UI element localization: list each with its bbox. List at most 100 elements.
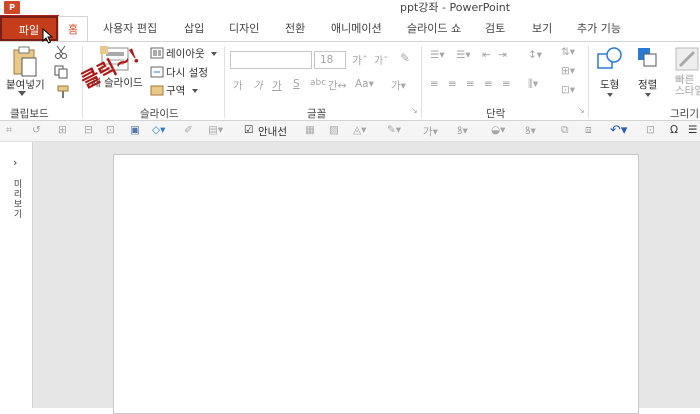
font-color-icon[interactable]: 가▾ <box>391 78 406 93</box>
tab-custom[interactable]: 사용자 편집 <box>103 16 157 41</box>
justify-icon[interactable]: ≡ <box>484 78 493 90</box>
numbering-icon[interactable]: ☰▾ <box>456 49 471 61</box>
strikethrough-icon[interactable]: abc <box>310 78 326 88</box>
chevron-down-icon[interactable] <box>211 52 217 56</box>
text-direction-icon[interactable]: ⇅▾ <box>561 46 575 58</box>
group-label-slides: 슬라이드 <box>140 108 179 120</box>
shapes-button[interactable]: 도형 <box>600 77 619 92</box>
dialog-launcher-icon[interactable]: ↘ <box>578 106 585 115</box>
reset-icon[interactable] <box>150 66 164 78</box>
title-bar: P ppt강좌 - PowerPoint <box>0 0 700 16</box>
textbox-icon[interactable]: ▤▾ <box>208 124 223 136</box>
reset-button[interactable]: 다시 설정 <box>166 65 208 80</box>
slide-editing-area <box>33 142 700 414</box>
shrink-font-icon[interactable]: 가ˇ <box>374 52 388 67</box>
group-label-font: 글꼴 <box>307 108 327 120</box>
format-painter-icon[interactable] <box>56 85 70 99</box>
shapes-menu-icon[interactable]: ◇▾ <box>152 124 165 136</box>
ungroup-icon[interactable]: ⧈ <box>585 124 592 137</box>
section-icon[interactable] <box>150 84 164 96</box>
layout-icon[interactable] <box>150 47 164 59</box>
tab-view[interactable]: 보기 <box>532 16 552 41</box>
section-button[interactable]: 구역 <box>166 83 185 98</box>
align-center-icon[interactable]: ≡ <box>448 78 457 90</box>
image-icon[interactable]: ⊡ <box>106 124 115 136</box>
slide-layout-icon[interactable]: ▦ <box>305 124 315 136</box>
tab-transitions[interactable]: 전환 <box>285 16 305 41</box>
group-label-drawing: 그리기 <box>670 108 699 120</box>
outline-icon[interactable]: ✎▾ <box>387 124 401 136</box>
text-color-icon[interactable]: 가▾ <box>423 124 438 139</box>
slide-canvas[interactable] <box>113 154 639 414</box>
quick-styles-button[interactable]: 빠른 스타일 <box>675 75 700 97</box>
more-icon[interactable]: ☰ <box>688 124 697 136</box>
grid-icon[interactable]: ⊟ <box>84 124 93 136</box>
bold-icon[interactable]: 가 <box>233 78 243 93</box>
effect-icon[interactable]: ꝸ▾ <box>525 124 536 138</box>
group-divider <box>224 46 225 118</box>
distribute-icon[interactable]: ≡ <box>502 78 511 90</box>
dialog-launcher-icon[interactable]: ↘ <box>411 106 418 115</box>
tab-animations[interactable]: 애니메이션 <box>331 16 382 41</box>
powerpoint-app-icon[interactable]: P <box>4 1 20 14</box>
increase-indent-icon[interactable]: ⇥ <box>498 49 507 61</box>
underline-icon[interactable]: 가 <box>272 78 282 93</box>
shadow-icon[interactable]: S <box>293 78 300 90</box>
columns-icon[interactable]: ⫼▾ <box>528 78 538 91</box>
arrange-icon[interactable] <box>636 46 660 72</box>
cut-icon[interactable] <box>54 45 68 59</box>
redo-icon[interactable]: ↺ <box>32 124 41 136</box>
tab-review[interactable]: 검토 <box>485 16 505 41</box>
layout-button[interactable]: 레이아웃 <box>166 46 205 61</box>
align-right-icon[interactable]: ≡ <box>466 78 475 90</box>
guides-checkbox[interactable]: ☑ <box>244 124 253 136</box>
workspace: › 미리 보기 <box>0 142 700 414</box>
fill-icon[interactable]: ◬▾ <box>353 124 366 136</box>
italic-icon[interactable]: 가 <box>253 78 263 93</box>
symbol-icon[interactable]: Ω <box>670 124 678 136</box>
picture-icon[interactable]: ▣ <box>130 124 140 136</box>
grow-font-icon[interactable]: 가ˆ <box>352 52 368 68</box>
table-icon[interactable]: ⊞ <box>58 124 67 136</box>
format-painter-icon[interactable]: ✐ <box>184 124 193 136</box>
expand-pane-icon[interactable]: › <box>13 156 17 169</box>
chevron-down-icon[interactable] <box>192 89 198 93</box>
clear-format-icon[interactable]: ✎ <box>400 51 410 65</box>
crop-icon[interactable]: ⊡ <box>646 124 655 136</box>
bullets-icon[interactable]: ☰▾ <box>430 49 445 61</box>
shapes-icon[interactable] <box>596 46 624 72</box>
align-left-icon[interactable]: ≡ <box>430 78 439 90</box>
thumbnail-pane-label: 미리 보기 <box>13 180 23 220</box>
group-label-clipboard: 클립보드 <box>10 108 49 120</box>
tab-home[interactable]: 홈 <box>58 16 88 42</box>
pin-icon[interactable]: ⌗ <box>6 124 12 137</box>
chevron-down-icon[interactable] <box>645 93 651 97</box>
decrease-indent-icon[interactable]: ⇤ <box>482 49 491 61</box>
text-effect-icon[interactable]: ꝸ▾ <box>457 124 468 138</box>
font-name-combo[interactable] <box>230 51 312 69</box>
tab-slideshow[interactable]: 슬라이드 쇼 <box>407 16 461 41</box>
shape-effect-icon[interactable]: ◒▾ <box>491 124 505 136</box>
font-size-value: 18 <box>320 54 334 66</box>
align-text-icon[interactable]: ⊞▾ <box>561 65 575 77</box>
smartart-icon[interactable]: ⊡▾ <box>561 84 575 96</box>
window-title: ppt강좌 - PowerPoint <box>400 1 511 14</box>
undo-icon[interactable]: ↶▾ <box>610 123 627 138</box>
line-spacing-icon[interactable]: ↕▾ <box>528 49 542 61</box>
tab-addins[interactable]: 추가 기능 <box>577 16 621 41</box>
tab-design[interactable]: 디자인 <box>229 16 259 41</box>
paste-button[interactable]: 붙여넣기 <box>6 77 45 92</box>
thumbnail-pane: › 미리 보기 <box>0 142 33 408</box>
font-size-combo[interactable]: 18 <box>314 51 346 69</box>
chevron-down-icon[interactable] <box>18 91 26 97</box>
arrange-button[interactable]: 정렬 <box>638 77 657 92</box>
tab-insert[interactable]: 삽입 <box>184 16 204 41</box>
quick-styles-icon[interactable] <box>674 46 700 72</box>
paste-icon[interactable] <box>10 46 40 78</box>
copy-icon[interactable] <box>54 65 68 79</box>
group-objects-icon[interactable]: ⧉ <box>561 124 569 137</box>
character-spacing-icon[interactable]: 간↔ <box>328 78 346 93</box>
chevron-down-icon[interactable] <box>607 93 613 97</box>
notes-icon[interactable]: ▨ <box>329 124 339 136</box>
change-case-icon[interactable]: Aa▾ <box>355 78 374 90</box>
